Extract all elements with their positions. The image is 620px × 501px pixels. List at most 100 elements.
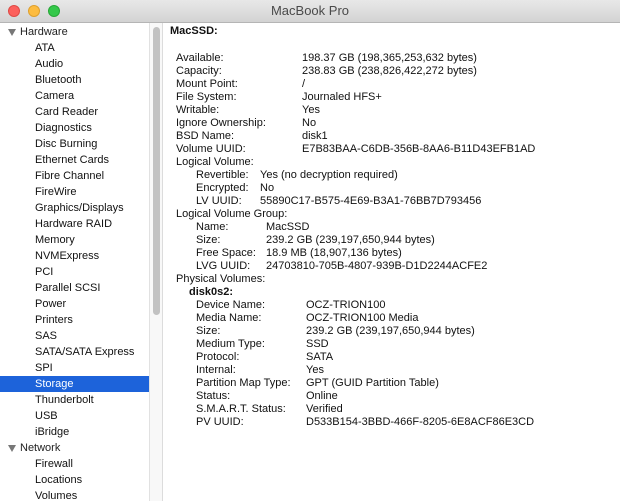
sidebar-group-hardware[interactable]: Hardware — [0, 24, 149, 40]
bsd-name-value: disk1 — [302, 130, 328, 142]
sidebar-item-firewire[interactable]: FireWire — [0, 184, 149, 200]
status-value: Online — [306, 390, 338, 402]
sidebar-item-label: Power — [35, 298, 67, 310]
sidebar-item-ata[interactable]: ATA — [0, 40, 149, 56]
scrollbar-thumb[interactable] — [153, 27, 160, 315]
sidebar-item-card-reader[interactable]: Card Reader — [0, 104, 149, 120]
sidebar-item-label: Memory — [35, 234, 75, 246]
smart-status-label: S.M.A.R.T. Status: — [196, 403, 286, 415]
volume-name: MacSSD: — [170, 25, 218, 37]
sidebar-item-label: ATA — [35, 42, 55, 54]
sidebar-item-sata-sata-express[interactable]: SATA/SATA Express — [0, 344, 149, 360]
sidebar-item-label: FireWire — [35, 186, 77, 198]
free-space-value: 18.9 MB (18,907,136 bytes) — [266, 247, 402, 259]
sidebar-item-label: Graphics/Displays — [35, 202, 124, 214]
free-space-label: Free Space: — [196, 247, 256, 259]
encrypted-label: Encrypted: — [196, 182, 249, 194]
pv-uuid-label: PV UUID: — [196, 416, 244, 428]
sidebar-item-printers[interactable]: Printers — [0, 312, 149, 328]
pv-size-value: 239.2 GB (239,197,650,944 bytes) — [306, 325, 475, 337]
medium-type-value: SSD — [306, 338, 329, 350]
sidebar-item-storage[interactable]: Storage — [0, 376, 149, 392]
disclosure-triangle-icon[interactable] — [8, 444, 16, 452]
sidebar-item-label: Parallel SCSI — [35, 282, 101, 294]
partition-map-type-value: GPT (GUID Partition Table) — [306, 377, 439, 389]
sidebar-item-firewall[interactable]: Firewall — [0, 456, 149, 472]
lv-uuid-label: LV UUID: — [196, 195, 242, 207]
sidebar-item-power[interactable]: Power — [0, 296, 149, 312]
sidebar-item-label: Hardware RAID — [35, 218, 113, 230]
sidebar-item-locations[interactable]: Locations — [0, 472, 149, 488]
pv-size-label: Size: — [196, 325, 221, 337]
disk-name: disk0s2: — [189, 286, 234, 298]
sidebar-item-volumes[interactable]: Volumes — [0, 488, 149, 501]
sidebar-item-label: Camera — [35, 90, 75, 102]
media-name-label: Media Name: — [196, 312, 262, 324]
capacity-label: Capacity: — [176, 65, 222, 77]
status-label: Status: — [196, 390, 231, 402]
sidebar-item-memory[interactable]: Memory — [0, 232, 149, 248]
sidebar-item-nvmexpress[interactable]: NVMExpress — [0, 248, 149, 264]
sidebar-item-thunderbolt[interactable]: Thunderbolt — [0, 392, 149, 408]
lvg-uuid-value: 24703810-705B-4807-939B-D1D2244ACFE2 — [266, 260, 488, 272]
sidebar-group-label: Network — [20, 442, 61, 454]
sidebar-item-diagnostics[interactable]: Diagnostics — [0, 120, 149, 136]
sidebar-item-fibre-channel[interactable]: Fibre Channel — [0, 168, 149, 184]
window-title: MacBook Pro — [270, 3, 350, 18]
ignore-ownership-value: No — [302, 117, 317, 129]
sidebar-item-disc-burning[interactable]: Disc Burning — [0, 136, 149, 152]
device-name-value: OCZ-TRION100 — [306, 299, 386, 311]
sidebar-item-graphics-displays[interactable]: Graphics/Displays — [0, 200, 149, 216]
logical-volume-group-heading: Logical Volume Group: — [176, 208, 288, 220]
revertible-value: Yes (no decryption required) — [260, 169, 398, 181]
lvg-uuid-label: LVG UUID: — [196, 260, 251, 272]
encrypted-value: No — [260, 182, 275, 194]
protocol-value: SATA — [306, 351, 334, 363]
sidebar-item-parallel-scsi[interactable]: Parallel SCSI — [0, 280, 149, 296]
volume-uuid-label: Volume UUID: — [176, 143, 246, 155]
sidebar-item-label: Storage — [35, 378, 74, 390]
sidebar-item-spi[interactable]: SPI — [0, 360, 149, 376]
sidebar-item-label: USB — [35, 410, 58, 422]
device-name-label: Device Name: — [196, 299, 266, 311]
smart-status-value: Verified — [306, 403, 343, 415]
sidebar-item-label: iBridge — [35, 426, 70, 438]
sidebar-group-network[interactable]: Network — [0, 440, 149, 456]
sidebar-item-pci[interactable]: PCI — [0, 264, 149, 280]
volume-uuid-value: E7B83BAA-C6DB-356B-8AA6-B11D43EFB1AD — [302, 143, 536, 155]
writable-value: Yes — [302, 104, 320, 116]
lvg-size-label: Size: — [196, 234, 221, 246]
sidebar-item-hardware-raid[interactable]: Hardware RAID — [0, 216, 149, 232]
sidebar-item-ibridge[interactable]: iBridge — [0, 424, 149, 440]
disclosure-triangle-icon[interactable] — [8, 28, 16, 36]
sidebar-item-label: Disc Burning — [35, 138, 98, 150]
sidebar-group-label: Hardware — [20, 26, 68, 38]
sidebar-item-label: Card Reader — [35, 106, 98, 118]
available-label: Available: — [176, 52, 224, 64]
title-bar[interactable]: MacBook Pro — [0, 0, 620, 23]
mount-point-value: / — [302, 78, 306, 90]
sidebar: Hardware ATA Audio Bluetooth Camera Card Read… — [0, 23, 149, 501]
physical-volumes-heading: Physical Volumes: — [176, 273, 266, 285]
sidebar-item-ethernet-cards[interactable]: Ethernet Cards — [0, 152, 149, 168]
sidebar-scrollbar[interactable] — [149, 23, 163, 501]
media-name-value: OCZ-TRION100 Media — [306, 312, 419, 324]
sidebar-item-bluetooth[interactable]: Bluetooth — [0, 72, 149, 88]
internal-label: Internal: — [196, 364, 236, 376]
file-system-value: Journaled HFS+ — [302, 91, 382, 103]
detail-pane: MacSSD: Available: 198.37 GB (198,365,25… — [163, 23, 620, 501]
sidebar-item-usb[interactable]: USB — [0, 408, 149, 424]
ignore-ownership-label: Ignore Ownership: — [176, 117, 266, 129]
sidebar-item-label: NVMExpress — [35, 250, 100, 262]
lv-uuid-value: 55890C17-B575-4E69-B3A1-76BB7D793456 — [260, 195, 482, 207]
sidebar-item-camera[interactable]: Camera — [0, 88, 149, 104]
file-system-label: File System: — [176, 91, 237, 103]
medium-type-label: Medium Type: — [196, 338, 265, 350]
sidebar-item-label: Locations — [35, 474, 83, 486]
sidebar-item-label: SAS — [35, 330, 58, 342]
sidebar-item-label: Volumes — [35, 490, 78, 501]
sidebar-item-audio[interactable]: Audio — [0, 56, 149, 72]
sidebar-item-label: Fibre Channel — [35, 170, 105, 182]
sidebar-item-sas[interactable]: SAS — [0, 328, 149, 344]
partition-map-type-label: Partition Map Type: — [196, 377, 291, 389]
